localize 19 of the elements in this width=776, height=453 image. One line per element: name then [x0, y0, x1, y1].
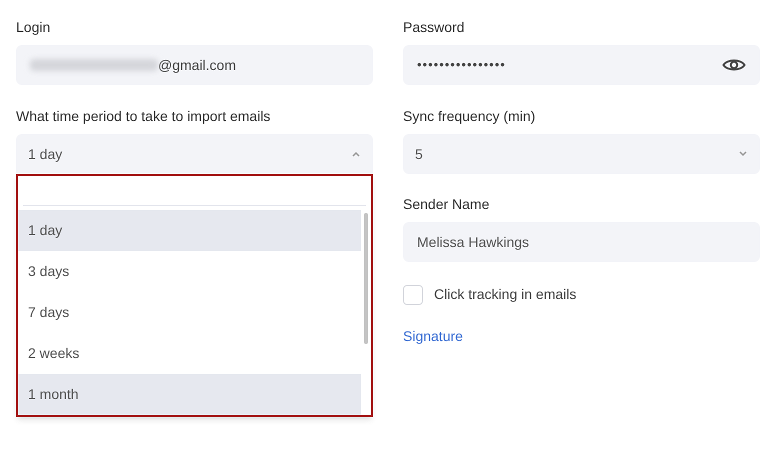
signature-link[interactable]: Signature — [403, 326, 463, 347]
field-label: What time period to take to import emails — [16, 107, 272, 125]
time-period-select[interactable]: 1 day — [16, 134, 373, 174]
dropdown-option[interactable]: 1 month — [18, 374, 361, 415]
dropdown-option[interactable]: 1 day — [18, 210, 361, 251]
field-label: Sync frequency (min) — [403, 107, 536, 125]
login-field[interactable]: @gmail.com — [16, 45, 373, 85]
checkbox[interactable] — [403, 284, 423, 304]
checkbox-label: Click tracking in emails — [434, 285, 576, 304]
sync-frequency-select[interactable]: 5 — [403, 134, 760, 174]
field-label: Login — [16, 18, 52, 36]
password-field[interactable]: •••••••••••••••• — [403, 45, 760, 85]
eye-icon[interactable] — [722, 57, 746, 73]
caret-icon — [351, 151, 361, 157]
scrollbar[interactable] — [364, 213, 368, 344]
caret-icon — [738, 151, 748, 157]
field-label: Password — [403, 18, 466, 36]
sender-name-field[interactable]: Melissa Hawkings — [403, 222, 760, 262]
field-label: Sender Name — [403, 195, 490, 213]
